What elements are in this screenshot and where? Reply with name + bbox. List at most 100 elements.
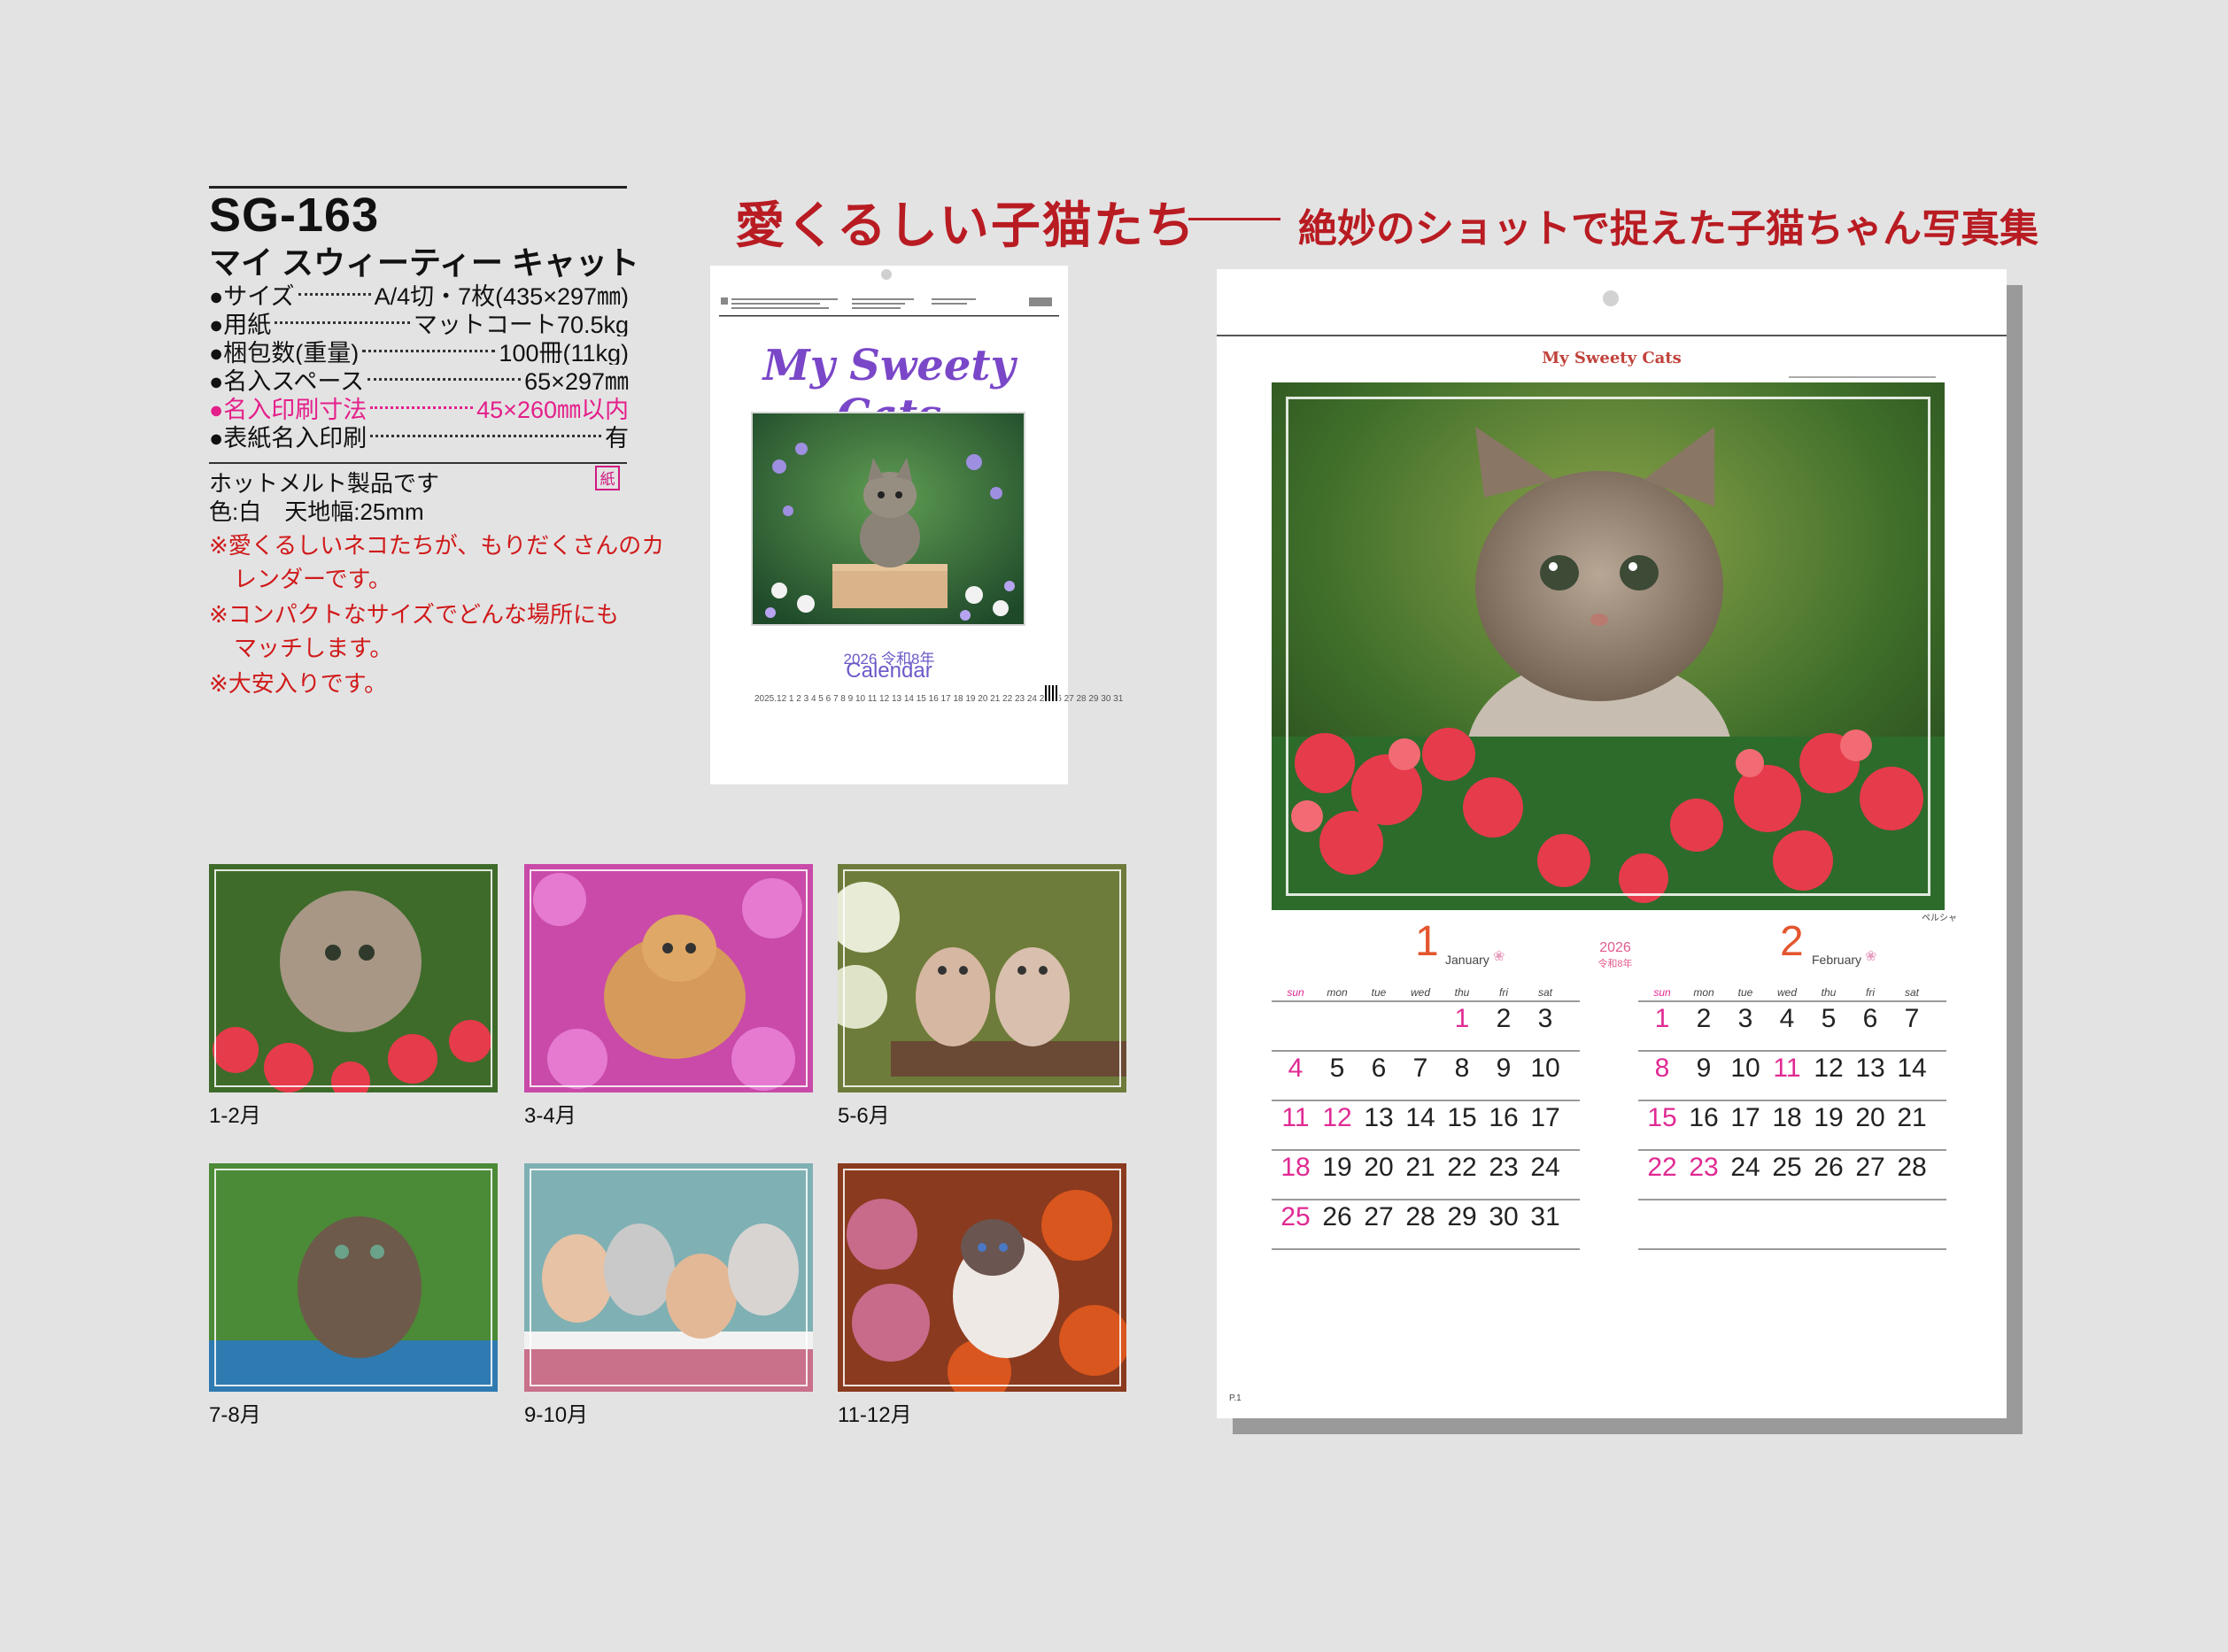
spec-label: ●名入印刷寸法 [209, 396, 367, 422]
weekday-sun: sun [1287, 986, 1304, 999]
spec-row-packing: ●梱包数(重量) 100冊(11kg) [209, 336, 629, 366]
calendar-era: 令和8年 [1598, 959, 1633, 969]
month-number-feb: 2 [1780, 918, 1804, 965]
weekday-sun: sun [1653, 986, 1671, 999]
photo-frame [1286, 397, 1930, 896]
grid-line [1272, 1248, 1580, 1250]
grid-line [1638, 1000, 1946, 1002]
day-cell: 5 [1329, 1054, 1345, 1083]
photo-breed: ペルシャ [1922, 914, 1957, 923]
day-cell: 21 [1405, 1153, 1435, 1182]
spec-label: ●梱包数(重量) [209, 339, 360, 366]
day-cell: 4 [1288, 1054, 1304, 1083]
spec-value: 有 [605, 424, 629, 451]
thumb-may-jun [838, 864, 1126, 1092]
month-number-jan: 1 [1415, 918, 1439, 965]
photo-frame [843, 869, 1121, 1087]
product-code: SG-163 [209, 189, 380, 242]
day-cell: 14 [1897, 1054, 1927, 1083]
note-3: ※大安入りです。 [209, 670, 388, 697]
weekday-sat: sat [1537, 986, 1552, 999]
thumb-jul-aug [209, 1163, 498, 1392]
day-cell: 29 [1447, 1202, 1477, 1231]
day-cell: 11 [1281, 1103, 1310, 1132]
day-cell: 26 [1814, 1153, 1844, 1182]
day-cell: 31 [1530, 1202, 1560, 1231]
thumb-sep-oct [524, 1163, 813, 1392]
day-cell: 15 [1647, 1103, 1677, 1132]
weekday-tue: tue [1371, 986, 1387, 999]
thumb-jan-feb [209, 864, 498, 1092]
thumb-label-2: 3-4月 [524, 1104, 576, 1128]
day-cell: 11 [1773, 1054, 1801, 1083]
hanging-hole [881, 269, 892, 280]
thumb-mar-apr [524, 864, 813, 1092]
spec-label: ●表紙名入印刷 [209, 424, 367, 451]
spec-row-cover-print: ●表紙名入印刷 有 [209, 421, 629, 451]
weekday-wed: wed [1776, 986, 1797, 999]
barcode [1045, 685, 1059, 701]
spec-label: ●用紙 [209, 311, 272, 337]
spec-bottom-rule [209, 462, 627, 464]
day-cell: 6 [1862, 1004, 1878, 1033]
spec-label: ●サイズ [209, 282, 295, 309]
spec-row-name-space: ●名入スペース 65×297㎜ [209, 365, 629, 394]
photo-frame [530, 869, 808, 1087]
day-cell: 10 [1530, 1054, 1560, 1083]
spec-value: 45×260㎜以内 [476, 396, 629, 422]
thumb-label-1: 1-2月 [209, 1104, 261, 1128]
day-cell: 28 [1405, 1202, 1435, 1231]
day-cell: 8 [1454, 1054, 1470, 1083]
thumb-label-3: 5-6月 [838, 1104, 890, 1128]
spec-row-print-size: ●名入印刷寸法 45×260㎜以内 [209, 393, 629, 422]
weekday-fri: fri [1866, 986, 1875, 999]
day-cell: 27 [1855, 1153, 1885, 1182]
photo-frame [214, 1169, 492, 1386]
grid-line [1638, 1050, 1946, 1052]
calendar-title: My Sweety Cats [1542, 349, 1682, 367]
day-cell: 24 [1530, 1153, 1560, 1182]
month-name-feb: February [1812, 953, 1862, 967]
page-number: P.1 [1229, 1393, 1242, 1403]
day-cell: 16 [1689, 1103, 1719, 1132]
thumb-nov-dec [838, 1163, 1126, 1392]
grid-line [1638, 1149, 1946, 1151]
day-cell: 5 [1821, 1004, 1837, 1033]
day-cell: 3 [1737, 1004, 1753, 1033]
day-cell: 1 [1654, 1004, 1670, 1033]
weekday-thu: thu [1454, 986, 1470, 999]
day-cell: 22 [1647, 1153, 1677, 1182]
day-cell: 22 [1447, 1153, 1477, 1182]
day-cell: 12 [1322, 1103, 1352, 1132]
grid-line [1272, 1100, 1580, 1101]
day-cell: 23 [1489, 1153, 1519, 1182]
note-color: 色:白 天地幅:25mm [209, 498, 424, 525]
spec-row-paper: ●用紙 マットコート70.5kg [209, 308, 629, 337]
cover-calendar-word: Calendar [846, 659, 932, 683]
note-1a: ※愛くるしいネコたちが、もりだくさんのカ [209, 532, 665, 559]
day-cell: 3 [1537, 1004, 1553, 1033]
weekday-thu: thu [1821, 986, 1837, 999]
cover-photo [751, 412, 1025, 626]
hanging-hole [1603, 290, 1619, 306]
grid-line [1272, 1000, 1580, 1002]
calendar-year: 2026 [1599, 940, 1631, 955]
day-cell: 2 [1696, 1004, 1712, 1033]
thumb-label-5: 9-10月 [524, 1403, 589, 1427]
weekday-fri: fri [1499, 986, 1508, 999]
day-cell: 21 [1897, 1103, 1927, 1132]
day-cell: 18 [1772, 1103, 1802, 1132]
photo-frame [214, 869, 492, 1087]
day-cell: 13 [1855, 1054, 1885, 1083]
month-name-jan: January [1445, 953, 1489, 967]
headline-dash [1188, 218, 1280, 220]
day-cell: 7 [1412, 1054, 1428, 1083]
day-cell: 24 [1730, 1153, 1760, 1182]
grid-line [1272, 1050, 1580, 1052]
day-cell: 9 [1496, 1054, 1512, 1083]
day-cell: 1 [1454, 1004, 1470, 1033]
day-cell: 17 [1530, 1103, 1560, 1132]
day-cell: 25 [1772, 1153, 1802, 1182]
day-cell: 23 [1689, 1153, 1719, 1182]
product-name: マイ スウィーティー キャット [209, 244, 639, 281]
